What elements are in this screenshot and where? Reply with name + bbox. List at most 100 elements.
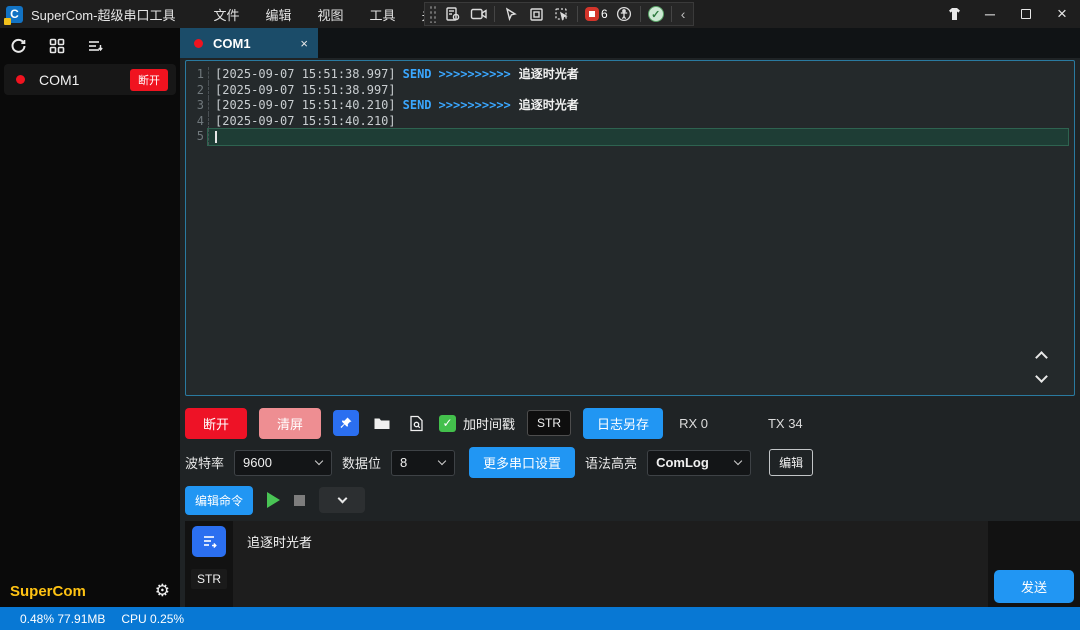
pointer-icon[interactable] bbox=[502, 5, 520, 23]
serial-log-view[interactable]: 1[2025-09-07 15:51:38.997]SEND>>>>>>>>>>… bbox=[185, 60, 1075, 396]
stop-icon[interactable] bbox=[294, 495, 305, 506]
chevron-down-icon bbox=[337, 494, 347, 504]
brand-label: SuperCom bbox=[10, 583, 155, 600]
port-settings-row: 波特率 9600 数据位 8 更多串口设置 语法高亮 ComLog 编辑 bbox=[185, 446, 1075, 479]
timestamp-checkbox-group[interactable]: ✓ 加时间戳 bbox=[439, 414, 515, 433]
sidebar-footer: SuperCom ⚙ bbox=[0, 581, 180, 601]
toolbar-divider bbox=[640, 6, 641, 22]
send-list-icon bbox=[201, 534, 217, 549]
edit-command-button[interactable]: 编辑命令 bbox=[185, 486, 253, 515]
syntax-highlight-select[interactable]: ComLog bbox=[647, 450, 751, 476]
timestamp-checkbox-label: 加时间戳 bbox=[463, 414, 515, 433]
log-lines: 1[2025-09-07 15:51:38.997]SEND>>>>>>>>>>… bbox=[190, 67, 1074, 145]
syntax-highlight-value: ComLog bbox=[656, 455, 727, 470]
baud-rate-value: 9600 bbox=[243, 455, 308, 470]
theme-shirt-button[interactable] bbox=[936, 0, 972, 28]
log-file-preview-icon[interactable] bbox=[405, 412, 427, 434]
settings-gear-icon[interactable]: ⚙ bbox=[155, 581, 170, 601]
menu-bar: 文件 编辑 视图 工具 关于 bbox=[213, 5, 447, 24]
collapse-toolbar-arrow[interactable]: ‹ bbox=[679, 6, 688, 22]
tab-status-dot bbox=[194, 39, 203, 48]
log-line: 3[2025-09-07 15:51:40.210]SEND>>>>>>>>>>… bbox=[190, 98, 1074, 114]
port-name: COM1 bbox=[39, 72, 130, 88]
list-collapse-icon[interactable] bbox=[87, 38, 104, 54]
open-folder-icon[interactable] bbox=[371, 412, 393, 434]
syntax-highlight-label: 语法高亮 bbox=[585, 453, 637, 472]
sidebar-port-item-com1[interactable]: COM1 断开 bbox=[4, 64, 176, 95]
port-disconnect-button[interactable]: 断开 bbox=[130, 69, 168, 91]
send-mode-column: STR bbox=[185, 521, 233, 607]
tab-label: COM1 bbox=[213, 36, 290, 51]
data-bits-select[interactable]: 8 bbox=[391, 450, 455, 476]
send-button-area: 发送 bbox=[988, 521, 1080, 607]
port-status-dot bbox=[16, 75, 25, 84]
close-button[interactable]: × bbox=[1044, 0, 1080, 28]
data-bits-value: 8 bbox=[400, 455, 431, 470]
region-select-icon[interactable] bbox=[527, 5, 545, 23]
save-log-button[interactable]: 日志另存 bbox=[583, 408, 663, 439]
action-row: 断开 清屏 ✓ bbox=[185, 406, 1075, 440]
log-line: 2[2025-09-07 15:51:38.997] bbox=[190, 83, 1074, 99]
menu-edit[interactable]: 编辑 bbox=[265, 5, 291, 24]
toolbar-divider bbox=[671, 6, 672, 22]
menu-view[interactable]: 视图 bbox=[318, 5, 344, 24]
body: COM1 断开 SuperCom ⚙ COM1 × 1[2025-09-07 1… bbox=[0, 28, 1080, 607]
str-mode-button[interactable]: STR bbox=[527, 410, 571, 436]
rx-counter: RX 0 bbox=[679, 416, 708, 431]
send-mode-badge[interactable]: STR bbox=[191, 569, 227, 589]
pin-button[interactable] bbox=[333, 410, 359, 436]
send-button[interactable]: 发送 bbox=[994, 570, 1074, 603]
chevron-down-icon bbox=[315, 457, 323, 465]
tab-com1[interactable]: COM1 × bbox=[180, 28, 318, 58]
main-panel: COM1 × 1[2025-09-07 15:51:38.997]SEND>>>… bbox=[180, 28, 1080, 607]
cpu-usage: CPU 0.25% bbox=[121, 612, 184, 626]
toolbar-divider bbox=[577, 6, 578, 22]
menu-tools[interactable]: 工具 bbox=[370, 5, 396, 24]
send-panel: STR 追逐时光者 发送 bbox=[185, 521, 1080, 607]
status-bar: 0.48% 77.91MB CPU 0.25% bbox=[0, 607, 1080, 630]
command-dropdown-button[interactable] bbox=[319, 487, 365, 513]
sidebar: COM1 断开 SuperCom ⚙ bbox=[0, 28, 180, 607]
maximize-button[interactable] bbox=[1008, 0, 1044, 28]
menu-file[interactable]: 文件 bbox=[213, 5, 239, 24]
text-cursor bbox=[215, 131, 217, 143]
check-icon[interactable]: ✓ bbox=[648, 6, 664, 22]
minimize-button[interactable]: ─ bbox=[972, 0, 1008, 28]
record-settings-icon[interactable] bbox=[444, 5, 462, 23]
chevron-down-icon bbox=[438, 457, 446, 465]
record-count: 6 bbox=[601, 7, 608, 21]
refresh-ports-icon[interactable] bbox=[10, 37, 27, 54]
pin-icon bbox=[339, 416, 353, 430]
stop-record-icon[interactable] bbox=[585, 7, 599, 21]
pointer-capture-icon[interactable] bbox=[552, 5, 570, 23]
disconnect-button[interactable]: 断开 bbox=[185, 408, 247, 439]
clear-screen-button[interactable]: 清屏 bbox=[259, 408, 321, 439]
timestamp-checkbox[interactable]: ✓ bbox=[439, 415, 456, 432]
baud-rate-select[interactable]: 9600 bbox=[234, 450, 332, 476]
app-window: C SuperCom-超级串口工具 文件 编辑 视图 工具 关于 bbox=[0, 0, 1080, 630]
tab-close-icon[interactable]: × bbox=[300, 36, 308, 51]
accessibility-icon[interactable] bbox=[615, 5, 633, 23]
scroll-bottom-icon[interactable] bbox=[1035, 370, 1048, 383]
drag-handle-icon[interactable] bbox=[429, 5, 437, 23]
window-controls: ─ × bbox=[936, 0, 1080, 28]
chevron-down-icon bbox=[734, 457, 742, 465]
play-icon[interactable] bbox=[267, 492, 280, 508]
log-line: 1[2025-09-07 15:51:38.997]SEND>>>>>>>>>>… bbox=[190, 67, 1074, 83]
toolbar-divider bbox=[494, 6, 495, 22]
log-line: 4[2025-09-07 15:51:40.210] bbox=[190, 114, 1074, 130]
screen-record-icon[interactable] bbox=[469, 5, 487, 23]
log-line: 5 bbox=[190, 129, 1074, 145]
app-logo-icon: C bbox=[6, 6, 23, 23]
data-bits-label: 数据位 bbox=[342, 453, 381, 472]
grid-view-icon[interactable] bbox=[49, 38, 65, 54]
send-input[interactable]: 追逐时光者 bbox=[233, 521, 988, 607]
edit-highlight-button[interactable]: 编辑 bbox=[769, 449, 813, 476]
tab-bar: COM1 × bbox=[180, 28, 1080, 58]
record-stop-badge[interactable]: 6 bbox=[585, 7, 608, 21]
scroll-top-icon[interactable] bbox=[1035, 351, 1048, 364]
send-list-button[interactable] bbox=[192, 526, 226, 557]
sidebar-toolbar bbox=[0, 28, 180, 62]
baud-rate-label: 波特率 bbox=[185, 453, 224, 472]
more-port-settings-button[interactable]: 更多串口设置 bbox=[469, 447, 575, 478]
